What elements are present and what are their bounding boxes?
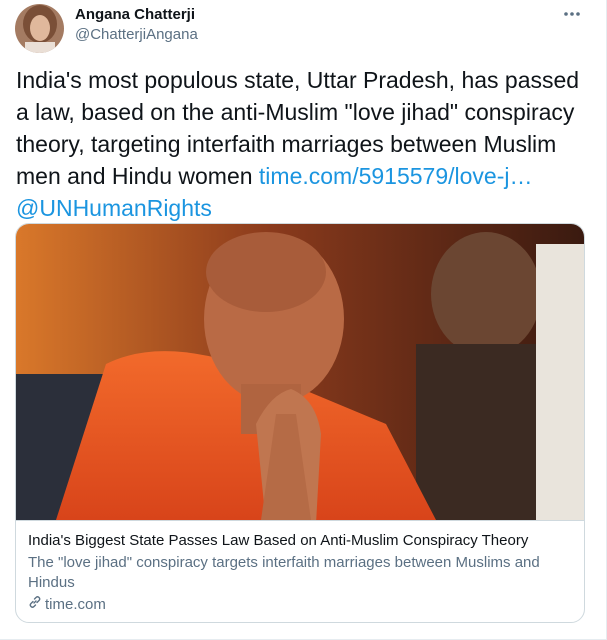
card-title: India's Biggest State Passes Law Based o… — [28, 532, 529, 549]
link-icon — [28, 595, 45, 615]
tweet: Angana Chatterji @ChatterjiAngana India'… — [0, 0, 607, 640]
author-name[interactable]: Angana Chatterji — [75, 5, 195, 25]
card-image — [16, 224, 584, 520]
tweet-link[interactable]: time.com/5915579/love-j… — [259, 163, 533, 189]
mention-link[interactable]: @UNHumanRights — [16, 195, 212, 221]
more-button[interactable] — [560, 2, 584, 26]
card-description: The "love jihad" conspiracy targets inte… — [28, 554, 540, 591]
avatar[interactable] — [15, 4, 64, 53]
tweet-text: India's most populous state, Uttar Prade… — [16, 64, 588, 224]
card-domain-label: time.com — [45, 596, 106, 613]
author-handle[interactable]: @ChatterjiAngana — [75, 25, 198, 45]
more-icon — [563, 11, 581, 17]
card-body: India's Biggest State Passes Law Based o… — [16, 520, 584, 622]
link-card[interactable]: India's Biggest State Passes Law Based o… — [15, 223, 585, 623]
card-domain: time.com — [28, 595, 572, 615]
